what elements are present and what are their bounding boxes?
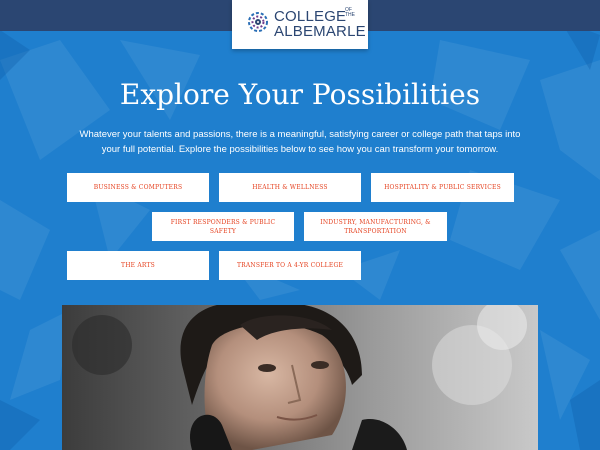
portrait-image <box>62 305 538 450</box>
pathway-button-hospitality-public-services[interactable]: HOSPITALITY & PUBLIC SERVICES <box>371 173 514 202</box>
intro-text: Whatever your talents and passions, ther… <box>79 129 521 155</box>
logo-text-of-the: OF THE <box>345 7 355 18</box>
pathway-button-the-arts[interactable]: THE ARTS <box>67 251 209 280</box>
page-title: Explore Your Possibilities <box>119 78 481 111</box>
pathway-button-transfer[interactable]: TRANSFER TO A 4-YR COLLEGE <box>219 251 361 280</box>
pathway-button-first-responders[interactable]: FIRST RESPONDERS & PUBLIC SAFETY <box>152 212 294 241</box>
pathway-button-industry-manufacturing[interactable]: INDUSTRY, MANUFACTURING, & TRANSPORTATIO… <box>304 212 447 241</box>
logo-mark-icon <box>248 12 268 32</box>
hero-photo <box>62 305 538 450</box>
logo-text-college: COLLEGE <box>274 8 347 25</box>
pathway-button-business-computers[interactable]: BUSINESS & COMPUTERS <box>67 173 209 202</box>
pathway-button-health-wellness[interactable]: HEALTH & WELLNESS <box>219 173 361 202</box>
logo-text-albemarle: ALBEMARLE <box>274 23 366 40</box>
college-logo[interactable]: COLLEGE OF THE ALBEMARLE <box>232 0 368 49</box>
